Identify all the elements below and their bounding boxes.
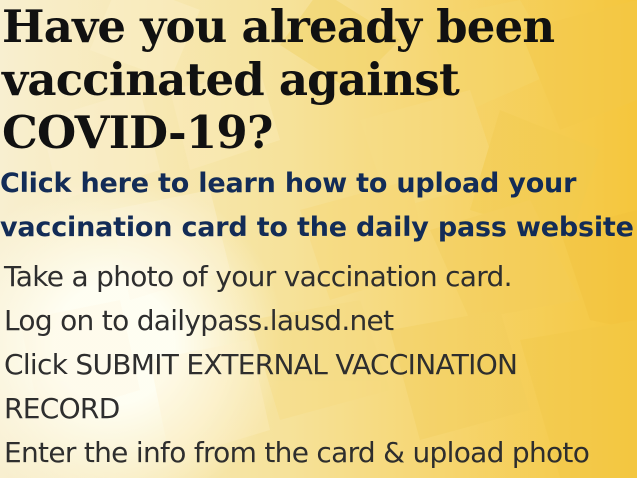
instruction-step-4: Enter the info from the card & upload ph… xyxy=(4,436,590,469)
headline-line-3: COVID-19? xyxy=(2,106,273,159)
link-line-1: Click here to learn how to upload your xyxy=(0,168,577,199)
upload-instructions-link[interactable]: Click here to learn how to upload your v… xyxy=(0,162,637,250)
instruction-step-3: Click SUBMIT EXTERNAL VACCINATION RECORD xyxy=(4,348,518,425)
headline-line-1: Have you already been xyxy=(2,0,555,53)
instruction-step-1: Take a photo of your vaccination card. xyxy=(4,260,513,293)
poster-content: Have you already been vaccinated against… xyxy=(0,0,637,478)
instruction-list: Take a photo of your vaccination card. L… xyxy=(4,255,634,475)
link-line-2: vaccination card to the daily pass websi… xyxy=(0,212,634,243)
headline: Have you already been vaccinated against… xyxy=(2,0,622,159)
headline-line-2: vaccinated against xyxy=(2,53,460,106)
instruction-step-2: Log on to dailypass.lausd.net xyxy=(4,304,394,337)
